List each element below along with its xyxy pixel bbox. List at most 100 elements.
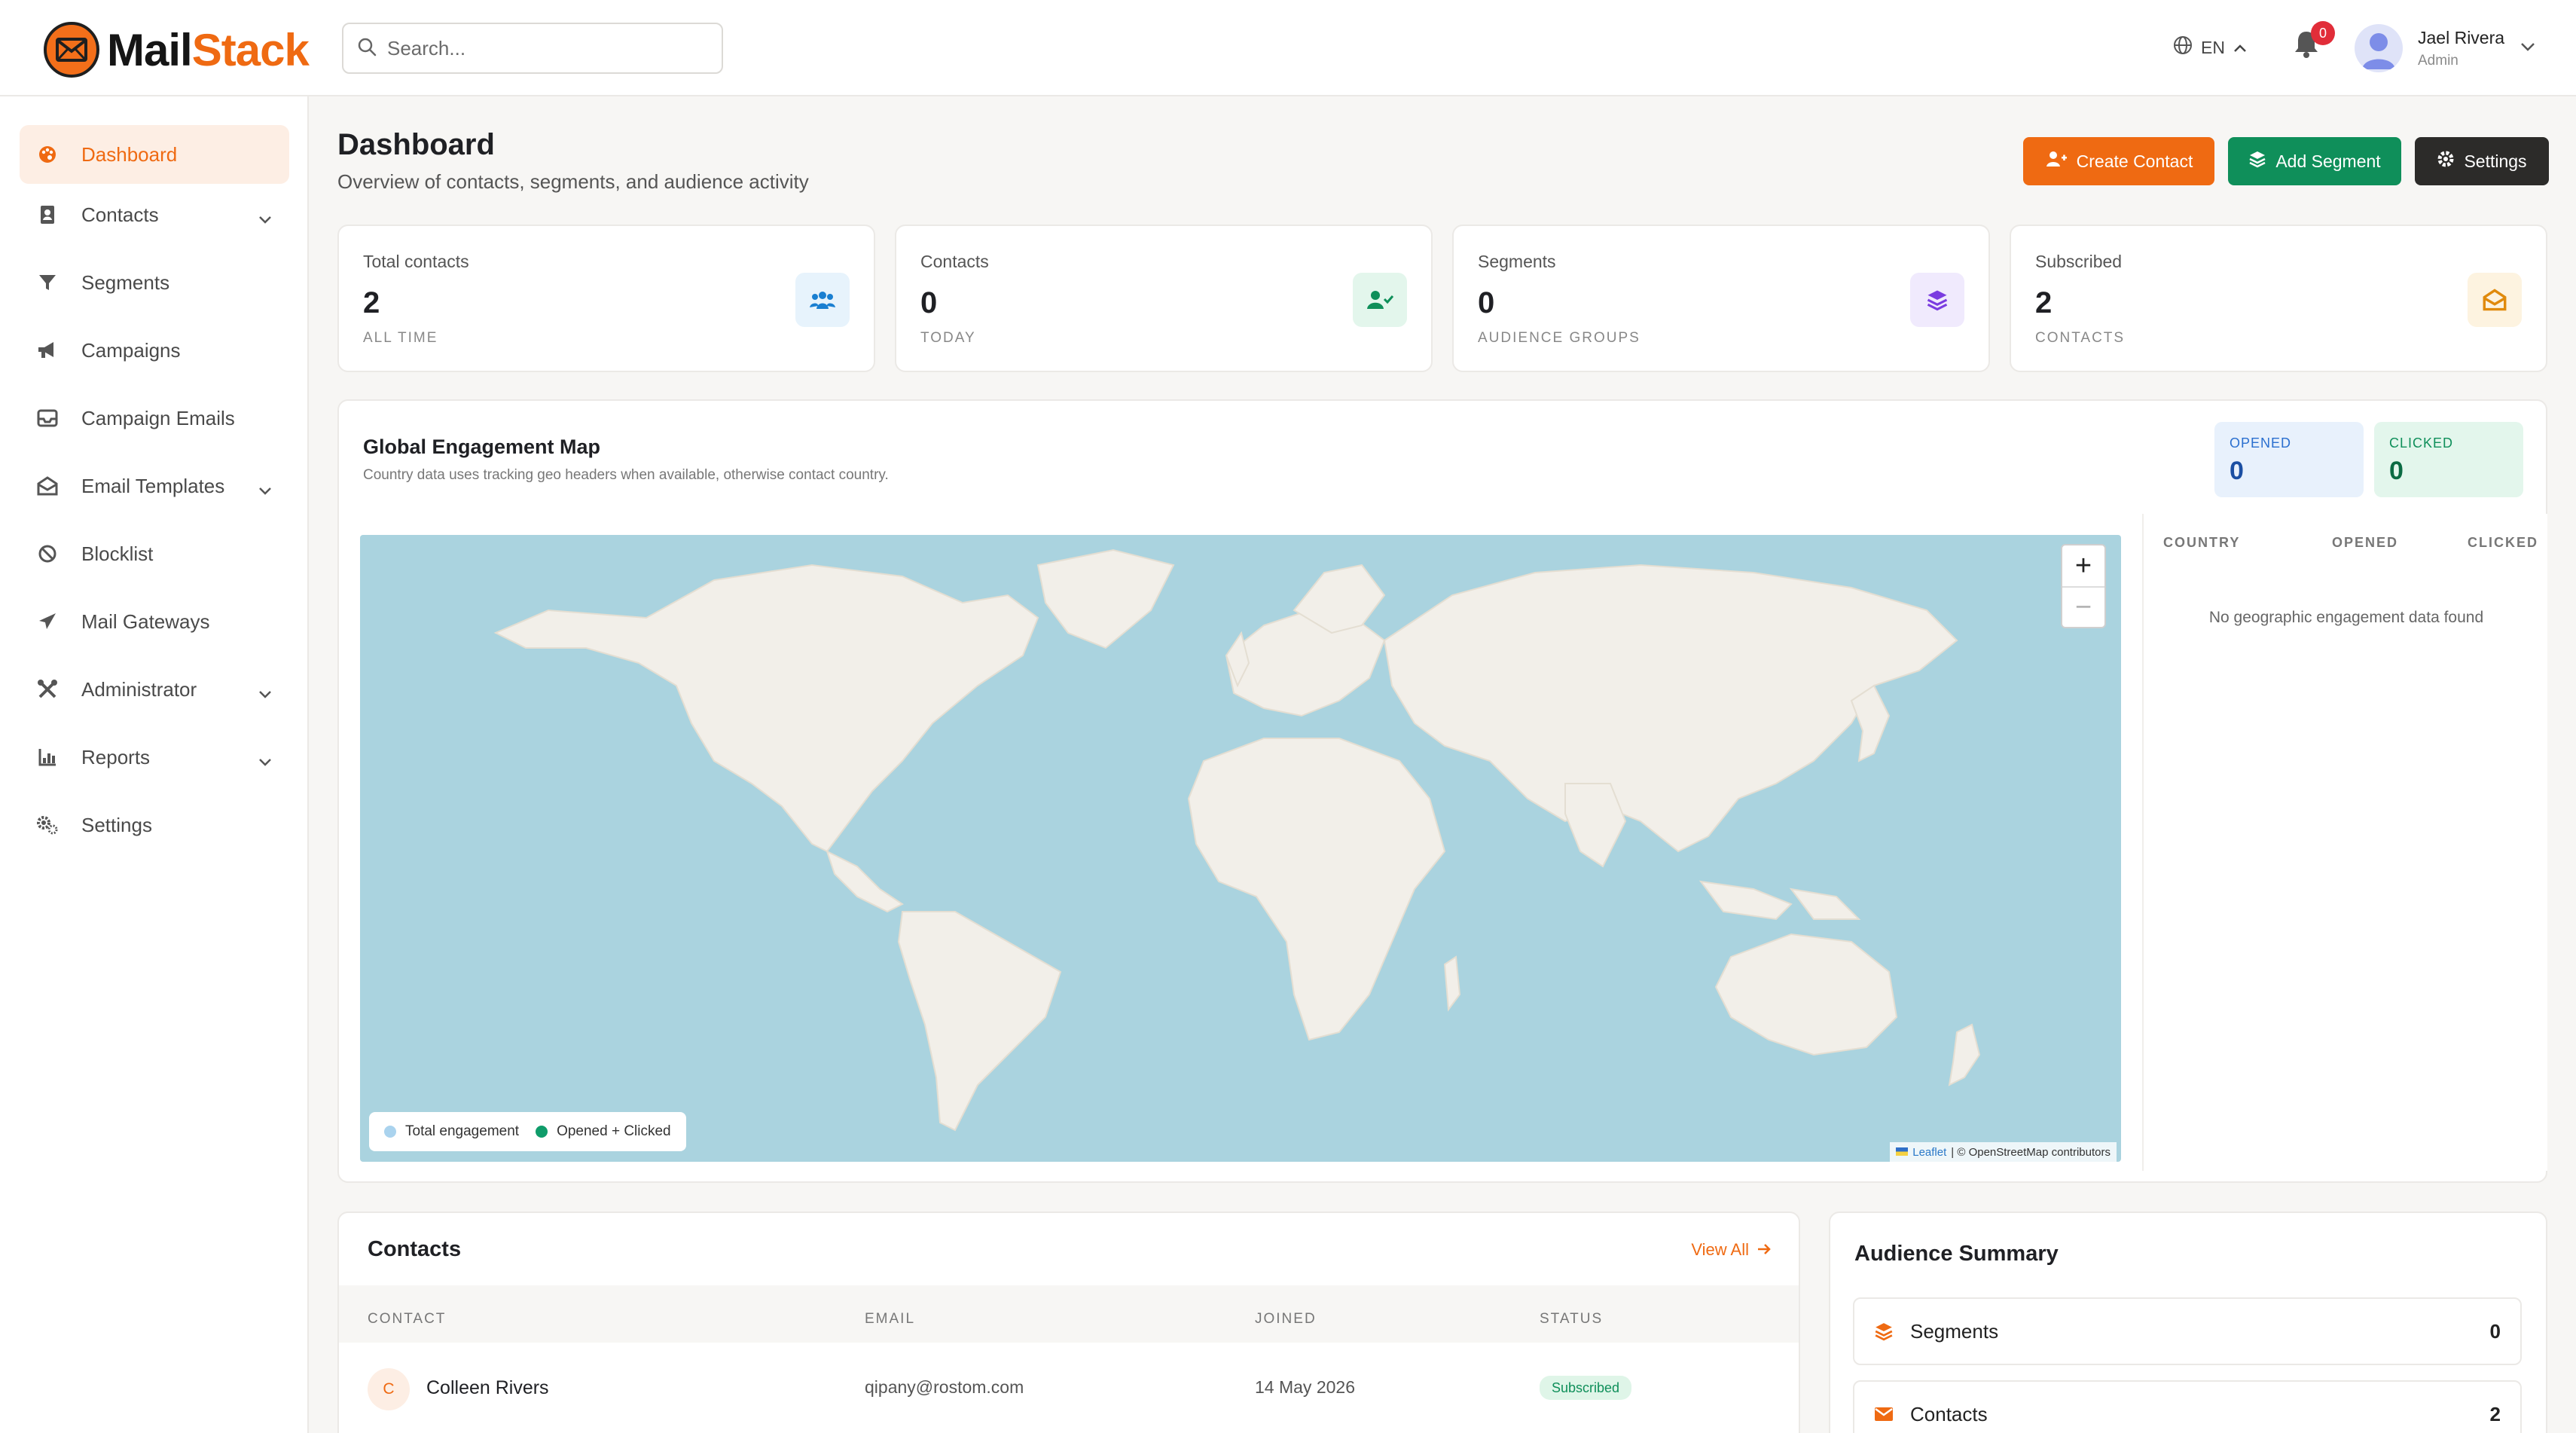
ban-icon: [36, 542, 59, 565]
user-menu[interactable]: Jael Rivera Admin: [2355, 23, 2536, 74]
stat-footnote: AUDIENCE GROUPS: [1478, 330, 1641, 346]
stat-value: 0: [1478, 286, 1495, 319]
summary-label: Contacts: [1910, 1402, 1988, 1425]
envelope-icon: [1874, 1406, 1897, 1422]
audience-summary-title: Audience Summary: [1854, 1242, 2059, 1266]
arrow-right-icon: [1757, 1240, 1772, 1260]
sidebar-item-mail-gateways[interactable]: Mail Gateways: [20, 592, 289, 651]
search-input[interactable]: [387, 36, 704, 60]
view-all-link[interactable]: View All: [1691, 1240, 1772, 1260]
globe-icon: [2172, 35, 2193, 60]
chevron-up-icon: [2233, 38, 2248, 58]
gear-icon: [2437, 150, 2455, 173]
tools-icon: [36, 678, 59, 701]
bell-icon: [2293, 32, 2320, 62]
user-check-icon: [1353, 273, 1407, 327]
stat-value: 2: [363, 286, 380, 319]
summary-value: 2: [2489, 1402, 2501, 1425]
summary-row-segments[interactable]: Segments 0: [1853, 1297, 2522, 1365]
megaphone-icon: [36, 339, 59, 362]
map-attribution: Leaflet | © OpenStreetMap contributors: [1890, 1142, 2117, 1162]
stat-footnote: CONTACTS: [2035, 330, 2126, 346]
user-plus-icon: [2045, 150, 2068, 173]
sidebar-item-dashboard[interactable]: Dashboard: [20, 125, 289, 184]
stat-label: Segments: [1478, 252, 1556, 271]
notifications-button[interactable]: 0: [2293, 21, 2335, 65]
zoom-in-button[interactable]: +: [2062, 545, 2104, 586]
summary-label: Segments: [1910, 1319, 1999, 1343]
stat-label: Total contacts: [363, 252, 469, 271]
contact-initial-avatar: C: [368, 1368, 410, 1410]
envelope-open-icon: [36, 475, 59, 497]
page-title: Dashboard: [337, 128, 495, 161]
chevron-down-icon[interactable]: [258, 749, 273, 772]
leaflet-link[interactable]: Leaflet: [1912, 1146, 1946, 1159]
layers-icon: [1874, 1321, 1897, 1341]
sidebar: Dashboard Contacts Segments Campaigns Ca…: [0, 96, 309, 1433]
stat-label: Contacts: [920, 252, 989, 271]
stat-label: Subscribed: [2035, 252, 2123, 271]
column-header-status: STATUS: [1540, 1311, 1604, 1327]
contacts-section-title: Contacts: [368, 1237, 462, 1261]
paper-plane-icon: [36, 610, 59, 633]
contacts-card: Contacts View All CONTACT EMAIL JOINED S…: [337, 1211, 1800, 1433]
add-segment-button[interactable]: Add Segment: [2228, 137, 2401, 185]
opened-clicked-dot: [536, 1126, 548, 1138]
chevron-down-icon: [2520, 41, 2536, 56]
user-name: Jael Rivera: [2418, 27, 2505, 47]
map-subtitle: Country data uses tracking geo headers w…: [363, 467, 889, 483]
column-header-country: COUNTRY: [2163, 535, 2241, 550]
contact-name[interactable]: Colleen Rivers: [426, 1377, 549, 1399]
chevron-down-icon[interactable]: [258, 206, 273, 230]
page-subtitle: Overview of contacts, segments, and audi…: [337, 170, 809, 193]
zoom-out-button[interactable]: −: [2062, 586, 2104, 627]
stat-footnote: TODAY: [920, 330, 976, 346]
gears-icon: [36, 814, 59, 836]
settings-button[interactable]: Settings: [2415, 137, 2549, 185]
summary-row-contacts[interactable]: Contacts 2: [1853, 1380, 2522, 1433]
empty-state-message: No geographic engagement data found: [2208, 609, 2484, 626]
envelope-logo-icon: [44, 22, 99, 78]
ukraine-flag-icon: [1896, 1146, 1909, 1159]
column-header-email: EMAIL: [865, 1311, 916, 1327]
chevron-down-icon[interactable]: [258, 681, 273, 704]
sidebar-item-campaign-emails[interactable]: Campaign Emails: [20, 389, 289, 448]
world-map[interactable]: + − Total engagement Opened + Clicked Le…: [360, 535, 2121, 1162]
total-engagement-dot: [384, 1126, 396, 1138]
brand-logo[interactable]: MailStack: [44, 21, 310, 78]
map-title: Global Engagement Map: [363, 435, 601, 458]
column-header-clicked: CLICKED: [2468, 535, 2538, 550]
stat-card-contacts-today: Contacts 0 TODAY: [895, 225, 1433, 372]
user-role: Admin: [2418, 52, 2458, 69]
envelope-open-icon: [2468, 273, 2522, 327]
sidebar-item-segments[interactable]: Segments: [20, 253, 289, 312]
world-map-tiles: [493, 548, 1981, 1132]
search-icon: [357, 37, 377, 60]
sidebar-item-administrator[interactable]: Administrator: [20, 660, 289, 719]
column-header-opened: OPENED: [2332, 535, 2399, 550]
chevron-down-icon[interactable]: [258, 478, 273, 501]
sidebar-item-email-templates[interactable]: Email Templates: [20, 457, 289, 515]
audience-summary-card: Audience Summary Segments 0 Contacts 2: [1829, 1211, 2547, 1433]
contact-email: qipany@rostom.com: [865, 1377, 1024, 1397]
address-book-icon: [36, 203, 59, 226]
sidebar-item-blocklist[interactable]: Blocklist: [20, 524, 289, 583]
status-badge: Subscribed: [1540, 1376, 1632, 1400]
column-header-contact: CONTACT: [368, 1311, 447, 1327]
sidebar-item-reports[interactable]: Reports: [20, 728, 289, 787]
layers-icon: [2248, 150, 2266, 173]
sidebar-item-contacts[interactable]: Contacts: [20, 185, 289, 244]
create-contact-button[interactable]: Create Contact: [2023, 137, 2214, 185]
language-code: EN: [2201, 37, 2225, 57]
clicked-count-pill: CLICKED 0: [2374, 422, 2523, 497]
legend-total-label: Total engagement: [405, 1123, 520, 1139]
notification-count-badge: 0: [2311, 21, 2335, 45]
language-selector[interactable]: EN: [2172, 32, 2248, 63]
search-box[interactable]: [342, 23, 723, 74]
engagement-map-card: Global Engagement Map Country data uses …: [337, 399, 2547, 1183]
sidebar-item-campaigns[interactable]: Campaigns: [20, 321, 289, 380]
sidebar-item-settings[interactable]: Settings: [20, 796, 289, 854]
stat-card-segments: Segments 0 AUDIENCE GROUPS: [1452, 225, 1990, 372]
brand-name: MailStack: [107, 24, 310, 75]
contact-joined-date: 14 May 2026: [1255, 1377, 1355, 1397]
